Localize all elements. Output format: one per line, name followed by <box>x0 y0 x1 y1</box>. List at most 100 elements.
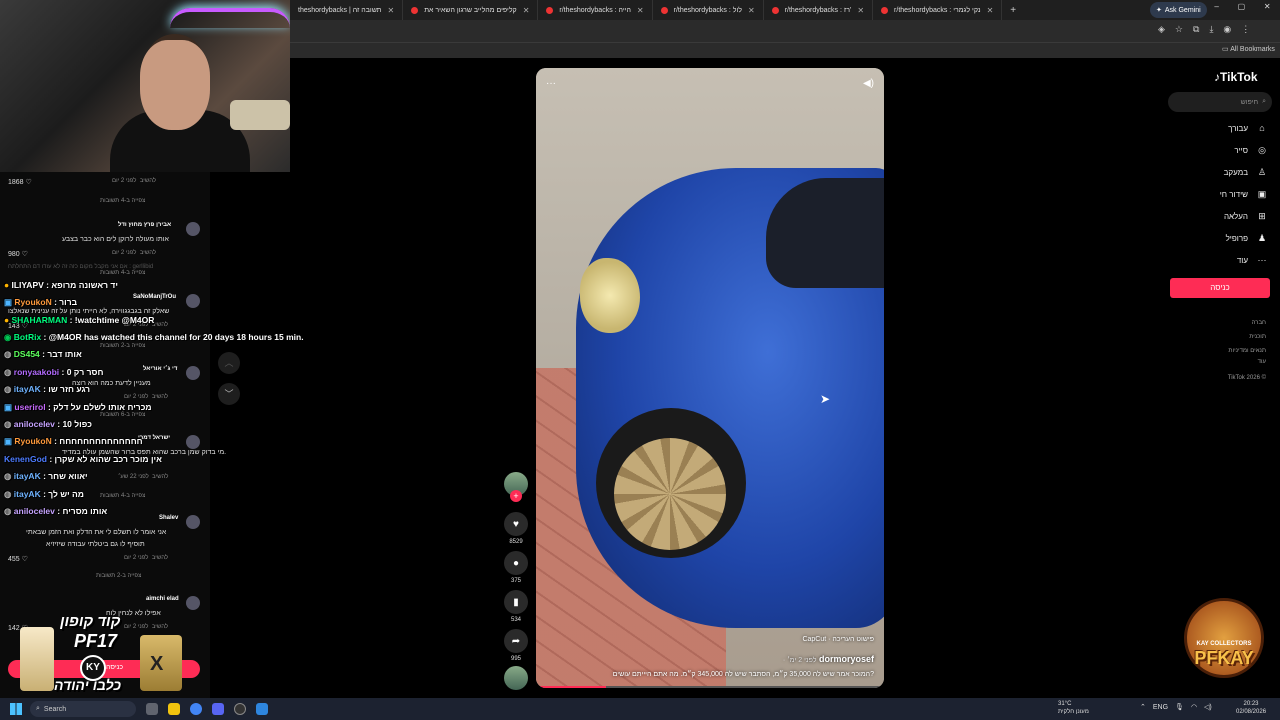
avatar[interactable] <box>186 222 200 236</box>
reply-link[interactable]: להשיב <box>140 250 156 256</box>
obs-icon[interactable] <box>234 703 246 715</box>
browser-tab-active[interactable]: r/theshordybacks : נקי לגמרי ✕ <box>873 0 1003 20</box>
all-bookmarks-button[interactable]: ▭ All Bookmarks <box>1222 45 1275 53</box>
footer-link[interactable]: חברה <box>1252 320 1266 326</box>
browser-tab[interactable]: r/theshordybacks : רז' ✕ <box>764 0 874 20</box>
twitch-chat-line: ◍ itayAK : יאווא שחר <box>4 471 88 481</box>
reply-link[interactable]: להשיב <box>152 394 168 400</box>
comment-author[interactable]: aimchi elad <box>146 596 179 602</box>
login-button[interactable]: כניסה <box>1170 278 1270 298</box>
windows-start-icon[interactable] <box>10 703 22 715</box>
discord-icon[interactable] <box>212 703 224 715</box>
search-input[interactable]: חיפוש ⌕ <box>1168 92 1272 112</box>
browser-tab[interactable]: theshordybacks | תשובה זה ✕ <box>290 0 404 20</box>
browser-tab[interactable]: r/theshordybacks : הייה ✕ <box>538 0 653 20</box>
view-replies[interactable]: צפייה ב-4 תשובות <box>100 198 145 204</box>
heart-icon: ♡ <box>23 179 32 186</box>
puzzle-icon[interactable]: ⧉ <box>1193 24 1199 35</box>
avatar[interactable] <box>186 515 200 529</box>
nav-for-you[interactable]: ⌂ עבורך <box>1228 123 1268 133</box>
volume-icon[interactable]: ◀) <box>863 78 874 89</box>
view-replies[interactable]: צפייה ב-4 תשובות <box>100 493 145 499</box>
extension-icon[interactable]: ◈ <box>1158 24 1165 35</box>
next-video-button[interactable]: ﹀ <box>218 383 240 405</box>
neon-light <box>170 8 290 28</box>
previous-video-button[interactable]: ︿ <box>218 352 240 374</box>
close-window-button[interactable]: ✕ <box>1264 2 1271 11</box>
nav-live[interactable]: ▣ שידור חי <box>1220 189 1268 200</box>
capcut-tag[interactable]: CapCut · פישוט העריכה <box>802 636 874 643</box>
video-player[interactable]: ··· ◀) CapCut · פישוט העריכה · לפני 2 ימ… <box>536 68 884 688</box>
profile-avatar-icon[interactable]: ◉ <box>1223 24 1231 35</box>
wifi-icon[interactable]: ◠ <box>1191 703 1197 711</box>
footer-link[interactable]: תוכנית <box>1249 334 1266 340</box>
share-count: 995 <box>510 656 521 662</box>
footer-link[interactable]: תנאים ומדיניות <box>1228 348 1266 354</box>
reply-link[interactable]: להשיב <box>140 178 156 184</box>
minimize-button[interactable]: – <box>1214 2 1218 11</box>
chevron-up-icon[interactable]: ⌃ <box>1140 703 1146 711</box>
comment-author[interactable]: די ג׳י אוריאל <box>143 366 177 372</box>
ask-gemini-button[interactable]: ✦ Ask Gemini <box>1150 2 1207 18</box>
comment-button[interactable]: ● 375 <box>504 551 528 584</box>
footer-link[interactable]: עוד <box>1258 359 1266 365</box>
like-button[interactable]: ♥ 8529 <box>504 512 528 545</box>
more-options-icon[interactable]: ··· <box>546 78 556 89</box>
avatar[interactable] <box>186 366 200 380</box>
video-author[interactable]: dormoryosef <box>819 654 874 664</box>
language-indicator[interactable]: ENG <box>1153 704 1168 711</box>
microphone-icon[interactable]: 🎙︎ <box>1175 703 1184 711</box>
close-tab-icon[interactable]: ✕ <box>857 6 864 15</box>
menu-icon[interactable]: ⋮ <box>1241 24 1250 35</box>
view-replies[interactable]: צפייה ב-2 תשובות <box>96 573 141 579</box>
close-tab-icon[interactable]: ✕ <box>748 6 755 15</box>
reddit-icon <box>660 6 668 14</box>
browser-tab[interactable]: r/theshordybacks : לול ✕ <box>653 0 764 20</box>
youtube-icon <box>411 6 419 14</box>
comment-meta: להשיב לפני 2 יום <box>112 250 157 256</box>
task-view-icon[interactable] <box>146 703 158 715</box>
star-icon[interactable]: ☆ <box>1175 24 1183 35</box>
app-icon[interactable] <box>256 703 268 715</box>
follow-plus-icon[interactable]: + <box>510 490 522 502</box>
music-disc[interactable] <box>504 666 528 690</box>
taskbar-search[interactable]: ⌕ Search <box>30 701 136 717</box>
close-tab-icon[interactable]: ✕ <box>637 6 644 15</box>
view-replies[interactable]: צפייה ב-4 תשובות <box>100 270 145 276</box>
tiktok-logo[interactable]: ♪TikTok <box>1214 70 1258 84</box>
taskbar-clock[interactable]: 20:23 02/08/2026 <box>1236 700 1266 716</box>
comment-author[interactable]: Shalev <box>159 515 178 521</box>
file-explorer-icon[interactable] <box>168 703 180 715</box>
avatar[interactable] <box>186 435 200 449</box>
speaker-icon[interactable]: ◁) <box>1204 703 1212 711</box>
browser-tab[interactable]: קליפים מהלייב שרגון השאיר את ✕ <box>403 0 539 20</box>
download-icon[interactable]: ⤓ <box>1209 24 1213 35</box>
share-button[interactable]: ➦ 995 <box>504 629 528 662</box>
save-button[interactable]: ▮ 534 <box>504 590 528 623</box>
comment-author[interactable]: SaNoManjTrOu <box>133 294 176 300</box>
weather-widget[interactable]: 31°C מעונן חלקית <box>1058 700 1089 716</box>
comment-meta: להשיב לפני 2 יום <box>124 555 169 561</box>
new-tab-button[interactable]: + <box>1002 5 1024 16</box>
weather-desc: מעונן חלקית <box>1058 709 1089 715</box>
nav-more[interactable]: ··· עוד <box>1237 255 1268 265</box>
chrome-icon[interactable] <box>190 703 202 715</box>
close-tab-icon[interactable]: ✕ <box>523 6 530 15</box>
following-icon: ♙ <box>1257 167 1267 177</box>
avatar[interactable] <box>186 596 200 610</box>
reply-link[interactable]: להשיב <box>152 474 168 480</box>
reply-link[interactable]: להשיב <box>152 555 168 561</box>
close-tab-icon[interactable]: ✕ <box>388 6 395 15</box>
comment-author[interactable]: אבירן פרץ מחוץ ודל <box>118 222 171 228</box>
avatar[interactable] <box>186 294 200 308</box>
comment-likes: 980 ♡ <box>8 251 28 258</box>
view-replies[interactable]: צפייה ב-2 תשובות <box>100 343 145 349</box>
chevron-down-icon: ﹀ <box>224 389 234 399</box>
nav-upload[interactable]: ⊞ העלאה <box>1224 211 1268 222</box>
share-icon: ➦ <box>504 629 528 653</box>
nav-following[interactable]: ♙ במעקב <box>1224 167 1268 178</box>
maximize-button[interactable]: ▢ <box>1238 2 1246 11</box>
nav-profile[interactable]: ♟ פרופיל <box>1226 233 1268 244</box>
nav-explore[interactable]: ◎ סייר <box>1234 145 1268 156</box>
close-tab-icon[interactable]: ✕ <box>987 6 994 15</box>
